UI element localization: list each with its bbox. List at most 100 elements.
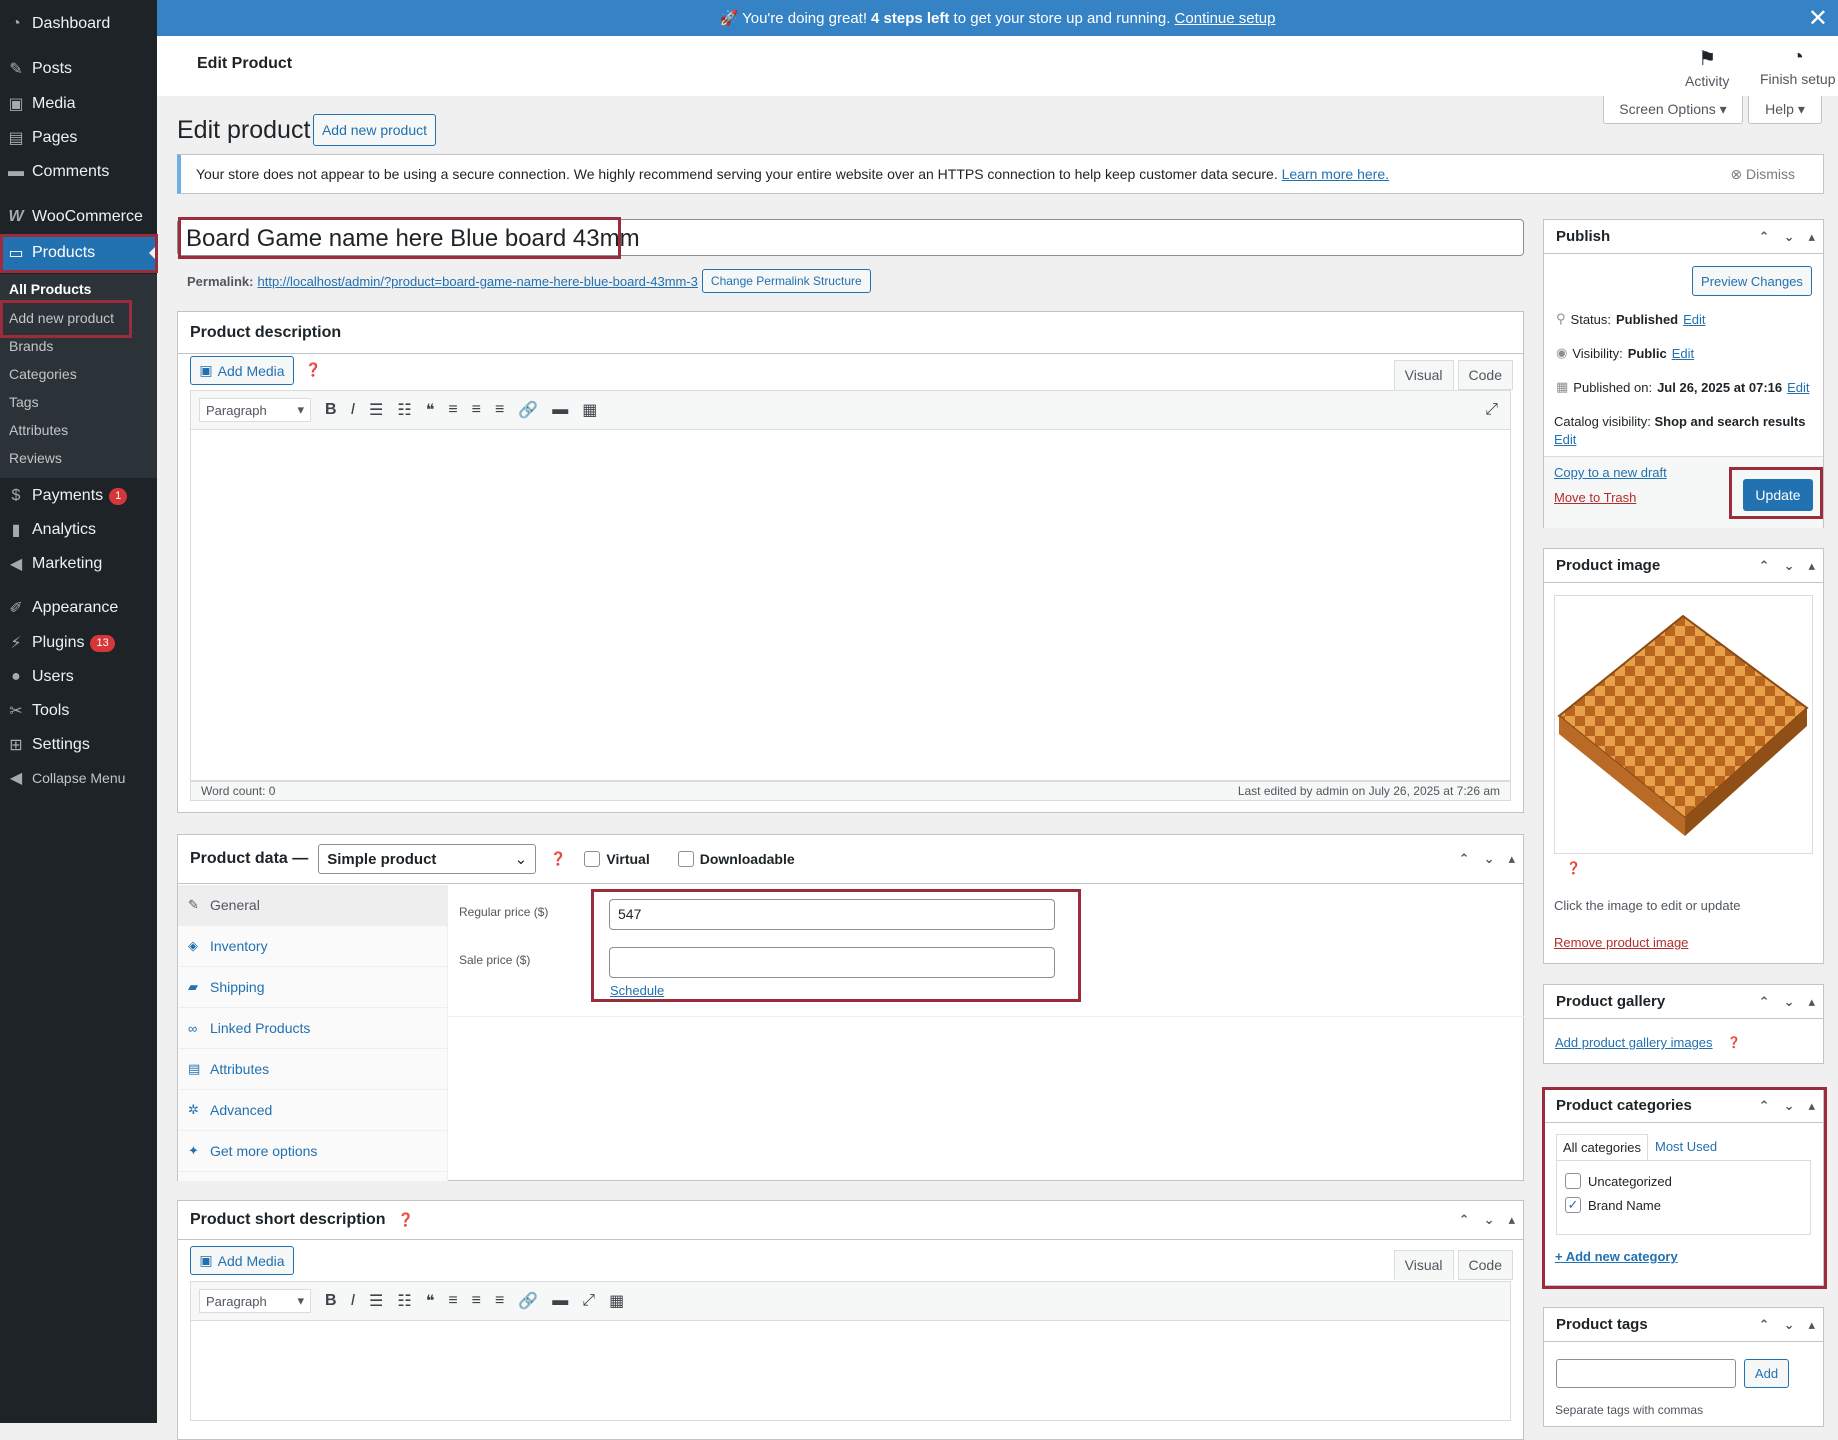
bold-icon[interactable]: B <box>325 1292 337 1310</box>
move-up-icon[interactable]: ⌃ <box>1759 229 1770 245</box>
dismiss-button[interactable]: ⊗ Dismiss <box>1730 166 1795 183</box>
help-icon[interactable]: ❓ <box>305 362 321 378</box>
tab-code[interactable]: Code <box>1457 360 1513 390</box>
add-new-product-button[interactable]: Add new product <box>313 114 436 146</box>
description-editor[interactable] <box>190 430 1511 781</box>
fullscreen-icon[interactable]: ⤢ <box>1485 401 1498 419</box>
toggle-icon[interactable]: ▴ <box>1508 851 1515 867</box>
toggle-icon[interactable]: ▴ <box>1808 994 1815 1010</box>
add-gallery-link[interactable]: Add product gallery images <box>1555 1035 1713 1050</box>
submenu-reviews[interactable]: Reviews <box>9 450 62 466</box>
virtual-checkbox[interactable]: Virtual <box>584 851 650 867</box>
tab-attributes[interactable]: ▤ Attributes <box>178 1049 447 1090</box>
move-down-icon[interactable]: ⌄ <box>1784 1317 1795 1333</box>
toggle-icon[interactable]: ▴ <box>1808 558 1815 574</box>
menu-marketing[interactable]: ◀ Marketing <box>0 547 157 581</box>
product-image[interactable] <box>1554 595 1813 854</box>
italic-icon[interactable]: I <box>351 401 355 419</box>
tab-general[interactable]: ✎ General <box>178 885 447 926</box>
tab-visual[interactable]: Visual <box>1393 1250 1454 1280</box>
tab-code[interactable]: Code <box>1457 1250 1513 1280</box>
menu-plugins[interactable]: ⚡ Plugins 13 <box>0 626 157 660</box>
move-up-icon[interactable]: ⌃ <box>1759 1317 1770 1333</box>
align-center-icon[interactable]: ≡ <box>472 401 481 419</box>
submenu-tags[interactable]: Tags <box>9 394 39 410</box>
align-left-icon[interactable]: ≡ <box>448 1292 457 1310</box>
edit-catalog-link[interactable]: Edit <box>1554 432 1576 447</box>
help-icon[interactable]: ❓ <box>398 1212 414 1228</box>
toggle-icon[interactable]: ▴ <box>1808 1317 1815 1333</box>
change-permalink-button[interactable]: Change Permalink Structure <box>701 269 871 293</box>
add-media-button[interactable]: ▣ Add Media <box>190 1246 294 1275</box>
edit-date-link[interactable]: Edit <box>1787 380 1809 395</box>
downloadable-checkbox[interactable]: Downloadable <box>677 851 795 867</box>
read-more-icon[interactable]: ▬ <box>552 401 568 419</box>
tab-advanced[interactable]: ✲ Advanced <box>178 1090 447 1131</box>
help-icon[interactable]: ❓ <box>1566 861 1581 875</box>
move-down-icon[interactable]: ⌄ <box>1784 994 1795 1010</box>
italic-icon[interactable]: I <box>351 1292 355 1310</box>
menu-analytics[interactable]: ▮ Analytics <box>0 513 157 547</box>
activity-button[interactable]: ⚑ Activity <box>1685 46 1729 89</box>
toolbar-toggle-icon[interactable]: ▦ <box>609 1291 624 1311</box>
finish-setup-button[interactable]: ◔ Finish setup <box>1760 46 1835 87</box>
paragraph-select[interactable]: Paragraph ▾ <box>199 1289 311 1313</box>
move-up-icon[interactable]: ⌃ <box>1459 1212 1470 1228</box>
continue-setup-link[interactable]: Continue setup <box>1175 10 1276 27</box>
tab-shipping[interactable]: ▰ Shipping <box>178 967 447 1008</box>
blockquote-icon[interactable]: ❝ <box>426 400 435 420</box>
submenu-attributes[interactable]: Attributes <box>9 422 68 438</box>
toggle-icon[interactable]: ▴ <box>1508 1212 1515 1228</box>
paragraph-select[interactable]: Paragraph ▾ <box>199 398 311 422</box>
submenu-all-products[interactable]: All Products <box>9 281 91 297</box>
link-icon[interactable]: 🔗 <box>518 1291 538 1311</box>
read-more-icon[interactable]: ▬ <box>552 1292 568 1310</box>
numbered-list-icon[interactable]: ☷ <box>397 400 411 420</box>
menu-appearance[interactable]: ✐ Appearance <box>0 591 157 625</box>
toggle-icon[interactable]: ▴ <box>1808 229 1815 245</box>
numbered-list-icon[interactable]: ☷ <box>397 1291 411 1311</box>
menu-dashboard[interactable]: ◔ Dashboard <box>0 7 157 41</box>
bold-icon[interactable]: B <box>325 401 337 419</box>
submenu-categories[interactable]: Categories <box>9 366 77 382</box>
tag-input[interactable] <box>1556 1359 1736 1388</box>
edit-visibility-link[interactable]: Edit <box>1672 346 1694 361</box>
menu-comments[interactable]: ▬ Comments <box>0 155 157 189</box>
menu-posts[interactable]: ✎ Posts <box>0 52 157 86</box>
move-up-icon[interactable]: ⌃ <box>1759 558 1770 574</box>
menu-tools[interactable]: ✂ Tools <box>0 694 157 728</box>
tab-get-more-options[interactable]: ✦ Get more options <box>178 1131 447 1172</box>
close-icon[interactable]: ✕ <box>1808 4 1828 33</box>
menu-users[interactable]: ● Users <box>0 660 157 694</box>
add-tag-button[interactable]: Add <box>1744 1359 1789 1388</box>
tab-linked-products[interactable]: ∞ Linked Products <box>178 1008 447 1049</box>
product-type-select[interactable]: Simple product ⌄ <box>318 844 537 874</box>
short-description-editor[interactable] <box>190 1321 1511 1421</box>
submenu-brands[interactable]: Brands <box>9 338 53 354</box>
permalink-url[interactable]: http://localhost/admin/?product=board-ga… <box>257 274 697 289</box>
toolbar-toggle-icon[interactable]: ▦ <box>582 400 597 420</box>
align-center-icon[interactable]: ≡ <box>472 1292 481 1310</box>
bullet-list-icon[interactable]: ☰ <box>369 400 383 420</box>
edit-status-link[interactable]: Edit <box>1683 312 1705 327</box>
blockquote-icon[interactable]: ❝ <box>426 1291 435 1311</box>
help-icon[interactable]: ❓ <box>1727 1036 1741 1049</box>
learn-more-link[interactable]: Learn more here. <box>1282 166 1389 182</box>
tab-inventory[interactable]: ◈ Inventory <box>178 926 447 967</box>
help-button[interactable]: Help ▾ <box>1748 96 1822 124</box>
move-down-icon[interactable]: ⌄ <box>1784 558 1795 574</box>
screen-options-button[interactable]: Screen Options ▾ <box>1603 96 1743 124</box>
menu-woocommerce[interactable]: W WooCommerce <box>0 200 157 234</box>
move-to-trash-link[interactable]: Move to Trash <box>1554 490 1636 505</box>
move-down-icon[interactable]: ⌄ <box>1484 851 1495 867</box>
copy-draft-link[interactable]: Copy to a new draft <box>1554 465 1667 480</box>
move-down-icon[interactable]: ⌄ <box>1784 229 1795 245</box>
move-up-icon[interactable]: ⌃ <box>1459 851 1470 867</box>
align-right-icon[interactable]: ≡ <box>495 401 504 419</box>
menu-pages[interactable]: ▤ Pages <box>0 121 157 155</box>
add-media-button[interactable]: ▣ Add Media <box>190 356 294 385</box>
preview-changes-button[interactable]: Preview Changes <box>1692 266 1812 296</box>
menu-payments[interactable]: $ Payments 1 <box>0 479 157 513</box>
collapse-menu[interactable]: ◀ Collapse Menu <box>0 761 157 795</box>
bullet-list-icon[interactable]: ☰ <box>369 1291 383 1311</box>
